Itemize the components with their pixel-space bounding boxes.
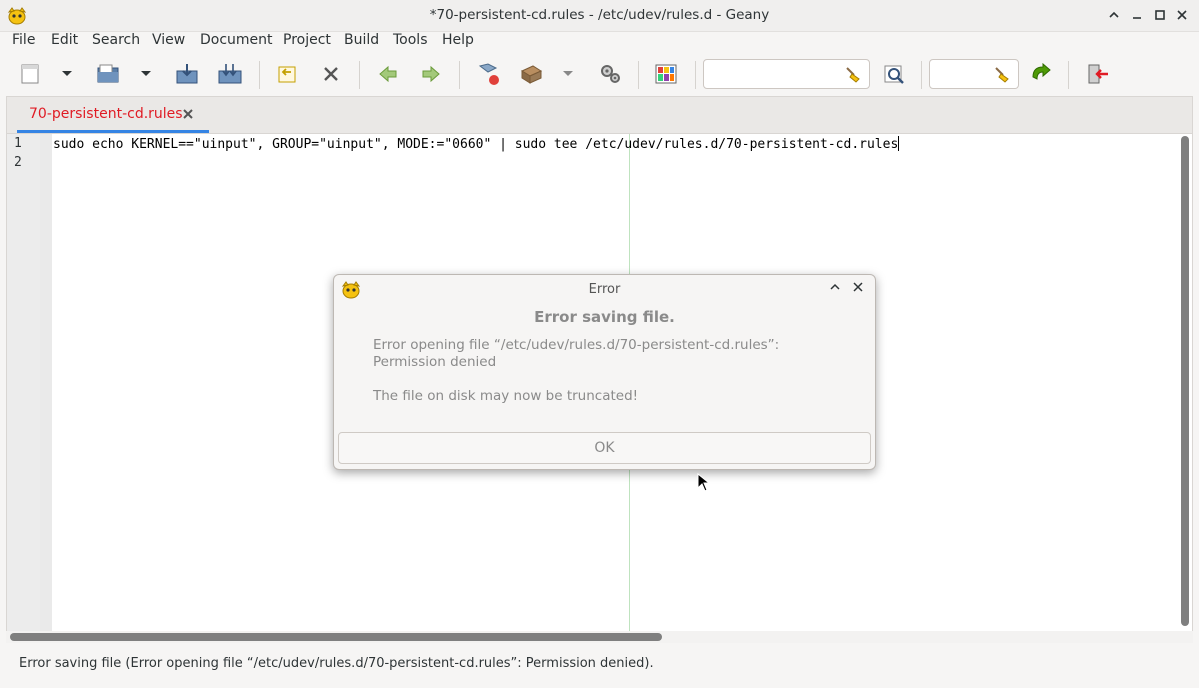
close-file-icon[interactable] [318, 61, 344, 87]
quit-icon[interactable] [1085, 61, 1111, 87]
menu-help[interactable]: Help [442, 32, 474, 48]
fold-margin[interactable] [40, 134, 52, 631]
toolbar-separator [459, 61, 460, 89]
window-title: *70-persistent-cd.rules - /etc/udev/rule… [429, 7, 770, 23]
tab-label: 70-persistent-cd.rules [29, 106, 183, 122]
build-icon[interactable] [518, 61, 544, 87]
dialog-title: Error [588, 282, 621, 297]
ok-button[interactable]: OK [338, 432, 871, 464]
dialog-message: Error opening file “/etc/udev/rules.d/70… [373, 337, 780, 370]
navigate-forward-icon[interactable] [418, 61, 444, 87]
mouse-pointer-icon [697, 472, 711, 497]
tab-70-persistent-cd-rules[interactable]: 70-persistent-cd.rules [17, 97, 209, 133]
save-all-icon[interactable] [217, 61, 243, 87]
main-toolbar [0, 53, 1199, 95]
menu-build[interactable]: Build [344, 32, 379, 48]
horizontal-scrollbar[interactable] [10, 633, 662, 641]
text-cursor [898, 136, 900, 151]
minimize-icon[interactable] [1128, 6, 1146, 24]
dialog-maximize-icon[interactable] [829, 281, 841, 297]
code-line[interactable]: sudo echo KERNEL=="uinput", GROUP="uinpu… [53, 136, 900, 152]
find-icon[interactable] [881, 61, 907, 87]
toolbar-separator [695, 61, 696, 89]
clear-goto-broom-icon[interactable] [993, 65, 1011, 87]
menu-tools[interactable]: Tools [393, 32, 428, 48]
close-window-icon[interactable] [1173, 6, 1191, 24]
dialog-close-icon[interactable] [852, 281, 864, 297]
window-titlebar: *70-persistent-cd.rules - /etc/udev/rule… [0, 0, 1199, 32]
active-tab-indicator [17, 130, 209, 133]
line-number: 2 [14, 155, 22, 170]
menu-project[interactable]: Project [283, 32, 331, 48]
dialog-secondary-text: The file on disk may now be truncated! [373, 388, 639, 404]
save-file-icon[interactable] [174, 61, 200, 87]
menu-bar: File Edit Search View Document Project B… [0, 32, 1199, 52]
error-dialog: Error Error saving file. Error opening f… [333, 274, 876, 470]
build-dropdown-icon[interactable] [557, 61, 579, 87]
code-line-text: sudo echo KERNEL=="uinput", GROUP="uinpu… [53, 137, 899, 152]
menu-search[interactable]: Search [92, 32, 140, 48]
line-number: 1 [14, 136, 22, 151]
navigate-back-icon[interactable] [375, 61, 401, 87]
new-from-template-dropdown-icon[interactable] [56, 61, 78, 87]
goto-line-entry[interactable] [929, 59, 1019, 89]
open-file-icon[interactable] [95, 61, 121, 87]
color-chooser-icon[interactable] [653, 61, 679, 87]
compile-icon[interactable] [475, 61, 501, 87]
search-entry[interactable] [703, 59, 870, 89]
execute-gears-icon[interactable] [597, 61, 623, 87]
toolbar-separator [259, 61, 260, 89]
toolbar-separator [638, 61, 639, 89]
maximize-icon[interactable] [1151, 6, 1169, 24]
menu-document[interactable]: Document [200, 32, 273, 48]
tab-close-icon[interactable] [181, 107, 195, 125]
status-bar-text: Error saving file (Error opening file “/… [19, 656, 654, 671]
menu-view[interactable]: View [152, 32, 185, 48]
vertical-scrollbar[interactable] [1181, 136, 1189, 626]
toolbar-separator [359, 61, 360, 89]
line-number-gutter: 1 2 [7, 134, 40, 631]
revert-file-icon[interactable] [274, 61, 300, 87]
menu-edit[interactable]: Edit [51, 32, 78, 48]
recent-files-dropdown-icon[interactable] [135, 61, 157, 87]
goto-line-arrow-icon[interactable] [1028, 61, 1054, 87]
document-tab-bar: 70-persistent-cd.rules [6, 96, 1193, 134]
dialog-heading: Error saving file. [534, 308, 675, 326]
clear-search-broom-icon[interactable] [844, 65, 862, 87]
toolbar-separator [921, 61, 922, 89]
toolbar-separator [1068, 61, 1069, 89]
menu-file[interactable]: File [12, 32, 35, 48]
new-file-icon[interactable] [17, 61, 43, 87]
maximize-up-icon[interactable] [1105, 6, 1123, 24]
